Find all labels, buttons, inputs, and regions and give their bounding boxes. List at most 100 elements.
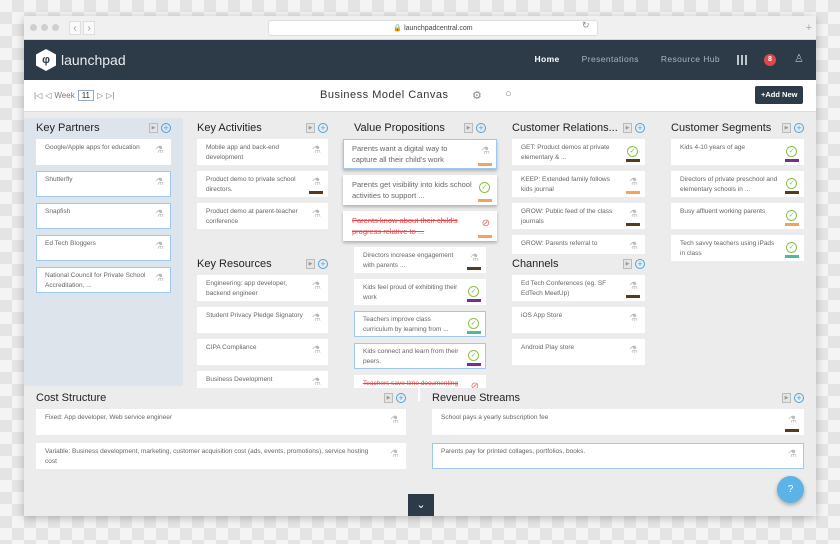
canvas-card[interactable]: School pays a yearly subscription fee ⚗ bbox=[432, 409, 804, 435]
check-icon[interactable]: ✓ bbox=[468, 350, 479, 361]
canvas-card[interactable]: Google/Apple apps for education ⚗ bbox=[36, 139, 171, 165]
user-icon[interactable]: ♙ bbox=[794, 52, 804, 65]
forward-icon[interactable]: › bbox=[83, 21, 95, 35]
canvas-card[interactable]: Fixed: App developer, Web service engine… bbox=[36, 409, 406, 435]
canvas-card[interactable]: Snapfish ⚗ bbox=[36, 203, 171, 229]
expand-chevron-button[interactable]: ⌄ bbox=[408, 494, 434, 516]
check-icon[interactable]: ✓ bbox=[468, 318, 479, 329]
flask-icon[interactable]: ⚗ bbox=[155, 210, 164, 220]
present-icon[interactable]: ▶ bbox=[623, 259, 632, 269]
canvas-card[interactable]: Product demo to private school directors… bbox=[197, 171, 328, 197]
canvas-card[interactable]: Variable: Business development, marketin… bbox=[36, 443, 406, 469]
flask-icon[interactable]: ⚗ bbox=[481, 146, 490, 157]
check-icon[interactable]: ✓ bbox=[468, 286, 479, 297]
apps-grid-icon[interactable] bbox=[737, 55, 747, 65]
flask-icon[interactable]: ⚗ bbox=[390, 416, 399, 426]
nav-home[interactable]: Home bbox=[534, 54, 559, 64]
address-bar[interactable]: 🔒 launchpadcentral.com bbox=[268, 20, 598, 36]
canvas-card[interactable]: Ed Tech Bloggers ⚗ bbox=[36, 235, 171, 261]
add-new-button[interactable]: +Add New bbox=[755, 86, 804, 104]
present-icon[interactable]: ▶ bbox=[623, 123, 632, 133]
search-icon[interactable]: ○ bbox=[505, 88, 512, 100]
canvas-card[interactable]: Directors increase engagement with paren… bbox=[354, 247, 486, 273]
check-icon[interactable]: ✓ bbox=[479, 182, 490, 193]
canvas-card[interactable]: Tech savvy teachers using iPads in class… bbox=[671, 235, 804, 261]
add-card-icon[interactable]: + bbox=[161, 123, 171, 133]
flask-icon[interactable]: ⚗ bbox=[312, 282, 321, 292]
flask-icon[interactable]: ⚗ bbox=[470, 254, 479, 264]
first-week-icon[interactable]: |◁ bbox=[34, 91, 42, 100]
last-week-icon[interactable]: ▷| bbox=[106, 91, 114, 100]
add-card-icon[interactable]: + bbox=[396, 393, 406, 403]
prev-week-icon[interactable]: ◁ bbox=[45, 91, 51, 100]
canvas-card[interactable]: GROW: Public feed of the class journals … bbox=[512, 203, 645, 229]
check-icon[interactable]: ✓ bbox=[627, 146, 638, 157]
new-tab-icon[interactable]: + bbox=[806, 22, 812, 34]
canvas-card[interactable]: iOS App Store ⚗ bbox=[512, 307, 645, 333]
reload-icon[interactable]: ↻ bbox=[582, 20, 590, 31]
check-icon[interactable]: ✓ bbox=[786, 242, 797, 253]
canvas-card[interactable]: Student Privacy Pledge Signatory ⚗ bbox=[197, 307, 328, 333]
canvas-card[interactable]: Parents get visibility into kids school … bbox=[343, 175, 497, 205]
flask-icon[interactable]: ⚗ bbox=[312, 346, 321, 356]
add-card-icon[interactable]: + bbox=[794, 393, 804, 403]
add-card-icon[interactable]: + bbox=[318, 259, 328, 269]
flask-icon[interactable]: ⚗ bbox=[312, 314, 321, 324]
week-number-input[interactable]: 11 bbox=[77, 90, 95, 101]
canvas-card[interactable]: GET: Product demos at private elementary… bbox=[512, 139, 645, 165]
canvas-card[interactable]: Kids 4-10 years of age ✓ bbox=[671, 139, 804, 165]
canvas-card[interactable]: Engineering: app developer, backend engi… bbox=[197, 275, 328, 301]
add-card-icon[interactable]: + bbox=[318, 123, 328, 133]
canvas-card[interactable]: KEEP: Extended family follows kids journ… bbox=[512, 171, 645, 197]
add-card-icon[interactable]: + bbox=[635, 259, 645, 269]
ban-icon[interactable]: ⊘ bbox=[482, 218, 490, 229]
add-card-icon[interactable]: + bbox=[476, 123, 486, 133]
canvas-card[interactable]: National Council for Private School Accr… bbox=[36, 267, 171, 293]
canvas-card[interactable]: Busy affluent working parents ✓ bbox=[671, 203, 804, 229]
check-icon[interactable]: ✓ bbox=[786, 210, 797, 221]
canvas-card[interactable]: Product demo at parent-teacher conferenc… bbox=[197, 203, 328, 229]
present-icon[interactable]: ▶ bbox=[306, 259, 315, 269]
flask-icon[interactable]: ⚗ bbox=[155, 242, 164, 252]
canvas-card[interactable]: Kids connect and learn from their peers.… bbox=[354, 343, 486, 369]
canvas-card[interactable]: Ed Tech Conferences (eg. SF EdTech MeetU… bbox=[512, 275, 645, 301]
present-icon[interactable]: ▶ bbox=[782, 123, 791, 133]
flask-icon[interactable]: ⚗ bbox=[629, 242, 638, 252]
canvas-card[interactable]: Shutterfly ⚗ bbox=[36, 171, 171, 197]
canvas-card[interactable]: Mobile app and back-end development ⚗ bbox=[197, 139, 328, 165]
flask-icon[interactable]: ⚗ bbox=[155, 146, 164, 156]
check-icon[interactable]: ✓ bbox=[786, 146, 797, 157]
logo[interactable]: φ launchpad bbox=[36, 49, 126, 71]
back-icon[interactable]: ‹ bbox=[69, 21, 81, 35]
flask-icon[interactable]: ⚗ bbox=[312, 146, 321, 156]
nav-resource-hub[interactable]: Resource Hub bbox=[661, 54, 720, 64]
present-icon[interactable]: ▶ bbox=[149, 123, 158, 133]
flask-icon[interactable]: ⚗ bbox=[629, 178, 638, 188]
canvas-card[interactable]: Android Play store ⚗ bbox=[512, 339, 645, 365]
canvas-card[interactable]: Directors of private preschool and eleme… bbox=[671, 171, 804, 197]
help-chat-button[interactable]: ? bbox=[777, 476, 804, 503]
add-card-icon[interactable]: + bbox=[635, 123, 645, 133]
canvas-card[interactable]: CIPA Compliance ⚗ bbox=[197, 339, 328, 365]
window-controls[interactable] bbox=[30, 24, 59, 31]
present-icon[interactable]: ▶ bbox=[464, 123, 473, 133]
flask-icon[interactable]: ⚗ bbox=[629, 282, 638, 292]
flask-icon[interactable]: ⚗ bbox=[312, 378, 321, 388]
canvas-card[interactable]: Teachers improve class curriculum by lea… bbox=[354, 311, 486, 337]
flask-icon[interactable]: ⚗ bbox=[312, 178, 321, 188]
canvas-card[interactable]: Parents know about their child's progres… bbox=[343, 211, 497, 241]
check-icon[interactable]: ✓ bbox=[786, 178, 797, 189]
flask-icon[interactable]: ⚗ bbox=[155, 274, 164, 284]
flask-icon[interactable]: ⚗ bbox=[788, 416, 797, 426]
gear-icon[interactable]: ⚙ bbox=[472, 89, 482, 102]
present-icon[interactable]: ▶ bbox=[306, 123, 315, 133]
flask-icon[interactable]: ⚗ bbox=[629, 346, 638, 356]
flask-icon[interactable]: ⚗ bbox=[312, 210, 321, 220]
present-icon[interactable]: ▶ bbox=[384, 393, 393, 403]
next-week-icon[interactable]: ▷ bbox=[97, 91, 103, 100]
flask-icon[interactable]: ⚗ bbox=[788, 450, 797, 460]
flask-icon[interactable]: ⚗ bbox=[629, 314, 638, 324]
canvas-card[interactable]: Kids feel proud of exhibiting their work… bbox=[354, 279, 486, 305]
flask-icon[interactable]: ⚗ bbox=[155, 178, 164, 188]
canvas-card[interactable]: Parents pay for printed collages, portfo… bbox=[432, 443, 804, 469]
